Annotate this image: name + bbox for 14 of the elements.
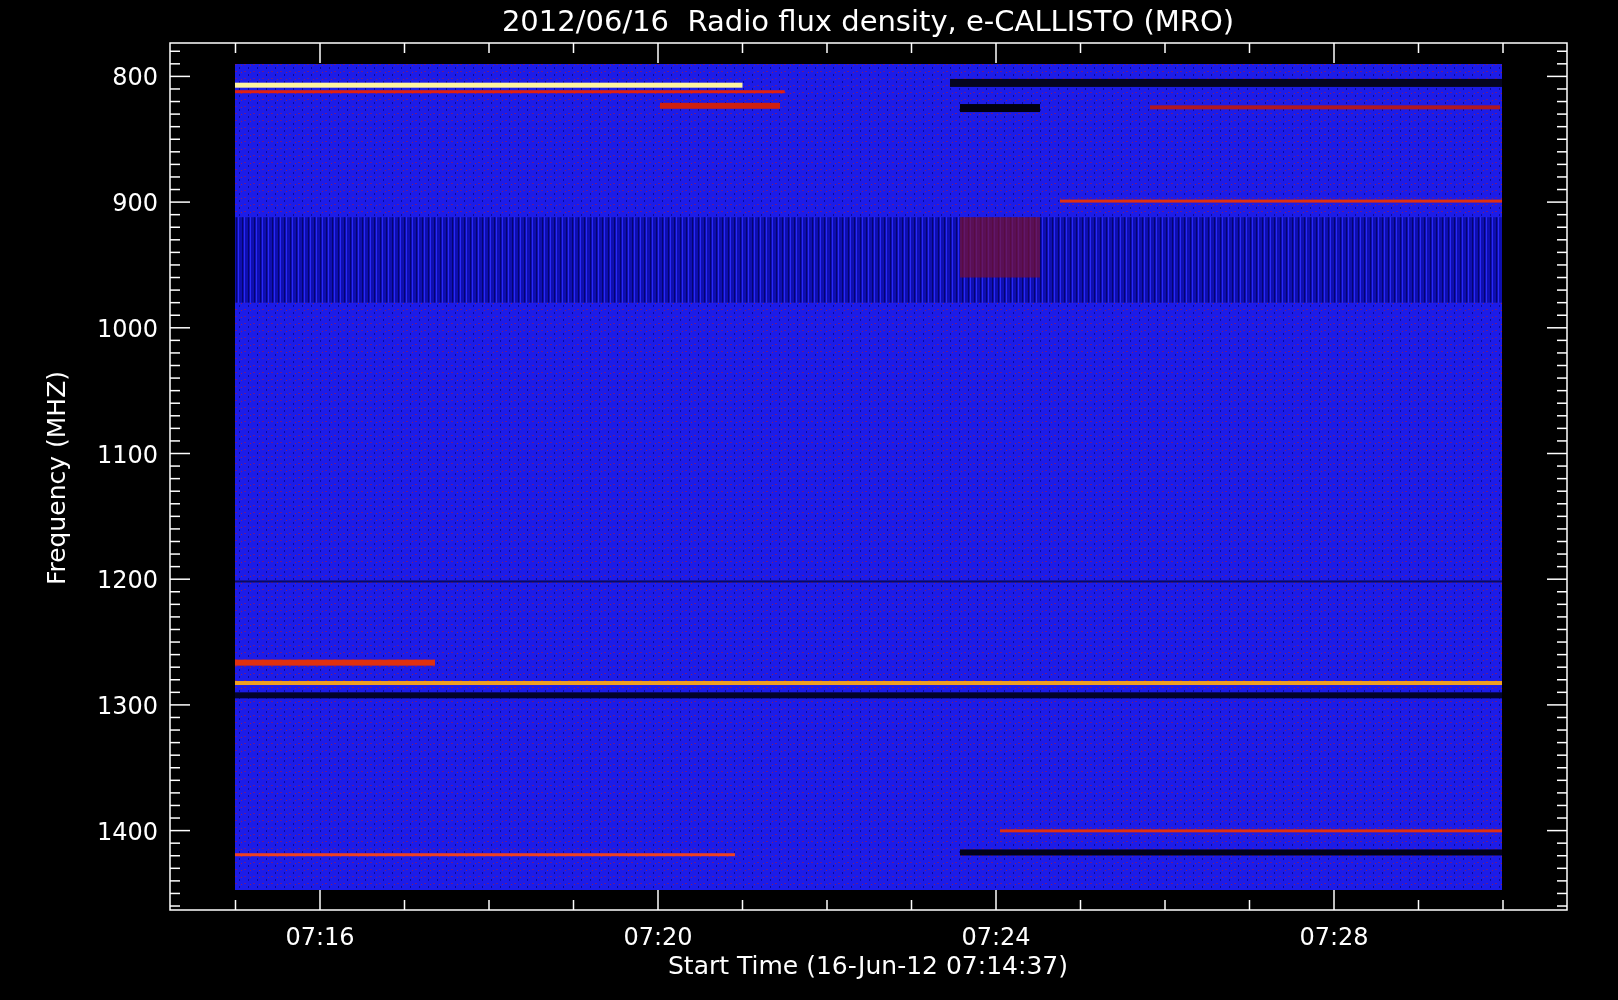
y-tick-label: 1000 [96,314,158,343]
y-tick-label: 1400 [96,817,158,846]
x-axis-label: Start Time (16-Jun-12 07:14:37) [668,951,1068,980]
x-tick-label: 07:20 [623,923,693,951]
x-tick-label: 07:24 [961,923,1031,951]
y-tick-label: 800 [112,63,158,92]
y-tick-label: 1200 [96,566,158,595]
y-axis-label: Frequency (MHZ) [42,370,71,586]
y-tick-label: 1100 [96,440,158,469]
x-tick-label: 07:16 [285,923,355,951]
y-tick-label: 1300 [96,691,158,720]
y-tick-label: 900 [112,189,158,218]
x-tick-label: 07:28 [1299,923,1369,951]
chart-title: 2012/06/16 Radio flux density, e-CALLISTO (MRO) [501,4,1235,38]
